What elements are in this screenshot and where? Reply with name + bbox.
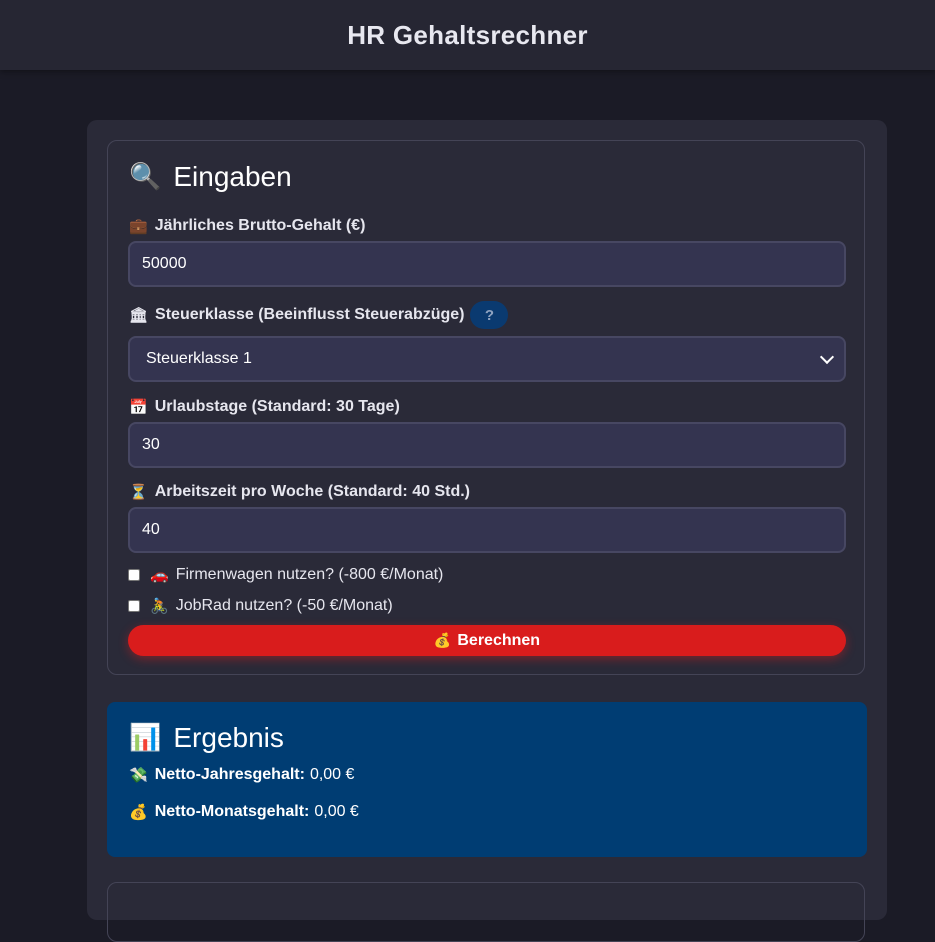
bar-chart-icon: 📊: [129, 723, 162, 753]
tax-class-help-button[interactable]: ?: [470, 301, 509, 329]
hourglass-icon: ⏳: [129, 483, 148, 501]
magnifier-icon: 🔍: [129, 162, 162, 192]
vacation-label: 📅 Urlaubstage (Standard: 30 Tage): [129, 398, 400, 416]
top-bar: HR Gehaltsrechner: [0, 0, 935, 70]
net-monthly-value: 0,00 €: [314, 803, 359, 820]
salary-label: 💼 Jährliches Brutto-Gehalt (€): [129, 217, 366, 235]
salary-input[interactable]: [128, 241, 846, 287]
net-monthly-row: 💰 Netto-Monatsgehalt: 0,00 €: [129, 803, 359, 821]
bank-icon: 🏛: [129, 306, 149, 324]
input-panel-title: 🔍 Eingaben: [129, 161, 292, 192]
net-yearly-row: 💸 Netto-Jahresgehalt: 0,00 €: [129, 766, 355, 784]
car-icon: 🚗: [150, 566, 169, 584]
job-bike-checkbox[interactable]: [128, 600, 140, 612]
hours-input[interactable]: [128, 507, 846, 553]
main-card: 🔍 Eingaben 💼 Jährliches Brutto-Gehalt (€…: [87, 120, 887, 942]
briefcase-icon: 💼: [129, 217, 148, 235]
cyclist-icon: 🚴: [150, 597, 169, 615]
company-car-option[interactable]: 🚗 Firmenwagen nutzen? (-800 €/Monat): [128, 566, 443, 584]
input-panel: 🔍 Eingaben 💼 Jährliches Brutto-Gehalt (€…: [107, 140, 865, 675]
page-title: HR Gehaltsrechner: [347, 19, 588, 50]
net-yearly-value: 0,00 €: [309, 766, 355, 783]
tax-class-label: 🏛 Steuerklasse (Beeinflusst Steuerabzüge…: [129, 301, 509, 329]
tax-class-select[interactable]: Steuerklasse 1: [128, 336, 846, 382]
chevron-down-icon: [819, 349, 835, 365]
result-panel-title: 📊 Ergebnis: [129, 722, 284, 753]
result-panel: 📊 Ergebnis 💸 Netto-Jahresgehalt: 0,00 € …: [107, 702, 867, 857]
money-bag-icon: 💰: [129, 803, 148, 821]
next-panel: [107, 882, 865, 942]
company-car-checkbox[interactable]: [128, 569, 140, 581]
flying-money-icon: 💸: [129, 766, 148, 784]
money-bag-icon: 💰: [433, 632, 452, 649]
calendar-icon: 📅: [129, 398, 148, 416]
job-bike-option[interactable]: 🚴 JobRad nutzen? (-50 €/Monat): [128, 597, 393, 615]
vacation-input[interactable]: [128, 422, 846, 468]
calculate-button[interactable]: 💰 Berechnen: [128, 625, 846, 656]
hours-label: ⏳ Arbeitszeit pro Woche (Standard: 40 St…: [129, 483, 470, 501]
